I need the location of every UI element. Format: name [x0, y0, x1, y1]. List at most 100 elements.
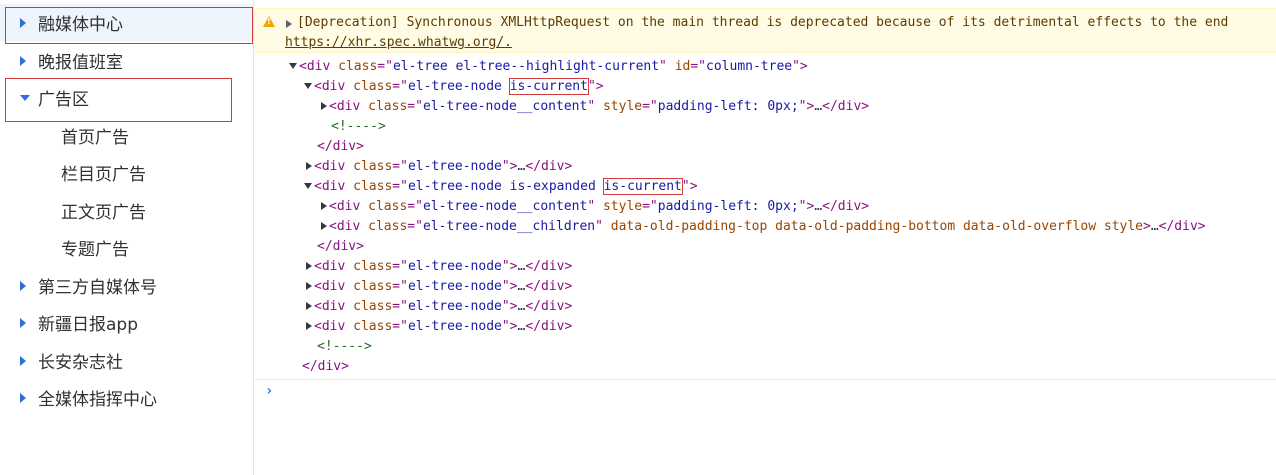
dom-node-line[interactable]: <div class="el-tree-node is-expanded is-… — [304, 177, 698, 197]
code-token: </div> — [302, 359, 349, 374]
code-token: <div — [314, 159, 354, 174]
code-token: =" — [392, 159, 408, 174]
tree-node[interactable]: 第三方自媒体号 — [0, 267, 253, 304]
collapse-triangle-icon[interactable] — [289, 62, 297, 69]
code-token: =" — [392, 279, 408, 294]
tree-node[interactable]: 广告区 — [0, 79, 253, 116]
expand-triangle-icon[interactable] — [321, 221, 327, 230]
code-token: <div — [329, 99, 369, 114]
tree-node[interactable]: 新疆日报app — [0, 304, 253, 341]
warning-link[interactable]: https://xhr.spec.whatwg.org/. — [285, 35, 512, 50]
collapse-triangle-icon[interactable] — [304, 182, 312, 189]
code-token: class — [368, 199, 408, 214]
dom-node-line[interactable]: </div> — [317, 237, 364, 257]
dom-node-line[interactable]: </div> — [302, 357, 349, 377]
caret-right-icon[interactable] — [20, 317, 26, 328]
dom-node-line[interactable]: <div class="el-tree-node__content" style… — [319, 197, 869, 217]
code-token: " — [659, 59, 675, 74]
tree-node-label: 长安杂志社 — [38, 353, 123, 373]
code-token: </div> — [525, 299, 573, 314]
code-token: =" — [392, 79, 408, 94]
expand-triangle-icon[interactable] — [306, 301, 312, 310]
dom-node-line[interactable]: <div class="el-tree-node__content" style… — [319, 97, 869, 117]
code-token: style — [602, 99, 643, 114]
tree-node-label: 正文页广告 — [61, 203, 146, 223]
tree-node-label: 晚报值班室 — [38, 53, 123, 73]
highlighted-class-token: is-current — [602, 178, 683, 195]
warning-link-text[interactable]: https://xhr.spec.whatwg.org/ — [285, 35, 504, 50]
code-token: el-tree-node — [407, 259, 502, 274]
caret-right-icon[interactable] — [20, 355, 26, 366]
tree-node[interactable]: 专题广告 — [0, 229, 253, 266]
dom-node-line[interactable]: <div class="el-tree-node__children" data… — [319, 217, 1206, 237]
dom-node-line[interactable]: <div class="el-tree-node">…</div> — [304, 297, 572, 317]
caret-right-icon[interactable] — [20, 55, 26, 66]
code-token: class — [353, 179, 393, 194]
tree-node[interactable]: 首页广告 — [0, 117, 253, 154]
caret-right-icon[interactable] — [20, 392, 26, 403]
code-token: "> — [587, 79, 604, 94]
code-token: "> — [501, 299, 518, 314]
tree-node-label: 新疆日报app — [38, 315, 138, 335]
tree-node[interactable]: 栏目页广告 — [0, 154, 253, 191]
code-token: style — [602, 199, 643, 214]
tree-node[interactable]: 晚报值班室 — [0, 42, 253, 79]
code-token: =" — [642, 199, 658, 214]
code-token: class — [353, 259, 393, 274]
expand-warning-icon[interactable] — [286, 20, 292, 28]
deprecation-warning[interactable]: ! [Deprecation] Synchronous XMLHttpReque… — [254, 8, 1276, 53]
code-token: "> — [501, 259, 518, 274]
code-token: el-tree-node — [407, 279, 502, 294]
dom-node-line[interactable]: <div class="el-tree el-tree--highlight-c… — [289, 57, 808, 77]
caret-right-icon[interactable] — [20, 280, 26, 291]
code-token: " — [587, 199, 603, 214]
code-token: " — [595, 219, 611, 234]
code-token: "> — [792, 59, 808, 74]
dom-node-line[interactable]: <!----> — [331, 117, 386, 137]
caret-right-icon[interactable] — [20, 17, 26, 28]
code-token: class — [338, 59, 378, 74]
code-token: class — [353, 319, 393, 334]
code-token: =" — [407, 219, 423, 234]
code-token: <div — [314, 279, 354, 294]
expand-triangle-icon[interactable] — [321, 101, 327, 110]
tree-node[interactable]: 长安杂志社 — [0, 342, 253, 379]
dom-node-line[interactable]: <div class="el-tree-node">…</div> — [304, 277, 572, 297]
expand-triangle-icon[interactable] — [306, 281, 312, 290]
tree-node-label: 栏目页广告 — [61, 165, 146, 185]
tree-node[interactable]: 全媒体指挥中心 — [0, 379, 253, 416]
code-token: =" — [392, 319, 408, 334]
column-tree: 融媒体中心晚报值班室广告区首页广告栏目页广告正文页广告专题广告 第三方自媒体号新疆… — [0, 0, 254, 475]
code-token: class — [368, 99, 408, 114]
warning-text: [Deprecation] Synchronous XMLHttpRequest… — [297, 15, 1229, 30]
code-token: </div> — [317, 139, 364, 154]
dom-node-line[interactable]: <div class="el-tree-node">…</div> — [304, 317, 572, 337]
code-token: > — [1143, 219, 1151, 234]
code-token: el-tree-node__content — [422, 99, 588, 114]
expand-triangle-icon[interactable] — [321, 201, 327, 210]
expand-triangle-icon[interactable] — [306, 261, 312, 270]
caret-down-icon[interactable] — [20, 94, 30, 101]
code-token: </div> — [525, 259, 573, 274]
expand-triangle-icon[interactable] — [306, 321, 312, 330]
code-token: "> — [501, 159, 518, 174]
code-token: padding-left: 0px; — [657, 199, 799, 214]
collapse-triangle-icon[interactable] — [304, 82, 312, 89]
dom-node-line[interactable]: <div class="el-tree-node is-current"> — [304, 77, 604, 97]
code-token: "> — [501, 319, 518, 334]
tree-node[interactable]: 正文页广告 — [0, 192, 253, 229]
code-token: =" — [392, 299, 408, 314]
dom-node-line[interactable]: </div> — [317, 137, 364, 157]
code-token: <div — [329, 199, 369, 214]
devtools-console: ! [Deprecation] Synchronous XMLHttpReque… — [254, 0, 1276, 475]
code-token: =" — [392, 179, 408, 194]
dom-node-line[interactable]: <div class="el-tree-node">…</div> — [304, 157, 572, 177]
tree-node-label: 首页广告 — [61, 128, 129, 148]
expand-triangle-icon[interactable] — [306, 161, 312, 170]
code-token: el-tree-node — [407, 299, 502, 314]
code-token: id — [674, 59, 691, 74]
console-prompt-icon[interactable]: › — [265, 383, 273, 399]
dom-node-line[interactable]: <div class="el-tree-node">…</div> — [304, 257, 572, 277]
dom-node-line[interactable]: <!----> — [317, 337, 372, 357]
tree-node[interactable]: 融媒体中心 — [0, 4, 253, 41]
